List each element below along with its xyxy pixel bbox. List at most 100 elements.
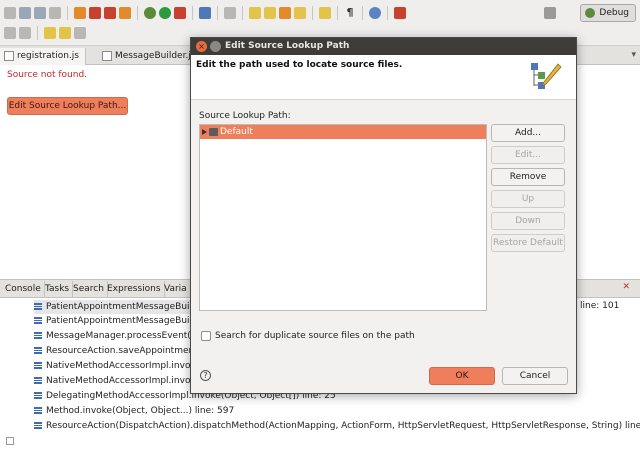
scroll-corner-icon bbox=[6, 437, 14, 445]
globe-icon[interactable] bbox=[369, 7, 381, 19]
remove-button[interactable]: Remove bbox=[491, 168, 565, 186]
source-lookup-path-label: Source Lookup Path: bbox=[199, 111, 291, 121]
toolbar-separator bbox=[312, 6, 313, 20]
bookmark-icon[interactable] bbox=[394, 7, 406, 19]
folder-icon[interactable] bbox=[294, 7, 306, 19]
edit-source-lookup-button[interactable]: Edit Source Lookup Path... bbox=[7, 97, 128, 115]
toolbar-separator bbox=[67, 6, 68, 20]
external-tools-icon[interactable] bbox=[174, 7, 186, 19]
stack-frame-icon bbox=[34, 332, 42, 339]
save-icon[interactable] bbox=[19, 7, 31, 19]
stack-frame[interactable]: MessageManager.processEvent(S bbox=[34, 329, 197, 343]
ok-button[interactable]: OK bbox=[429, 367, 495, 385]
source-not-found-text: Source not found. bbox=[7, 70, 88, 80]
tab-variables[interactable]: Varia bbox=[161, 281, 191, 298]
debug-perspective-label: Debug bbox=[599, 8, 629, 18]
last-edit-location-icon[interactable] bbox=[44, 27, 56, 39]
tab-label: registration.js bbox=[17, 51, 79, 61]
stack-frame[interactable]: Method.invoke(Object, Object...) line: 5… bbox=[34, 404, 234, 418]
save-all-icon[interactable] bbox=[34, 7, 46, 19]
pen-icon[interactable] bbox=[279, 7, 291, 19]
help-icon[interactable]: ? bbox=[200, 370, 211, 381]
search-duplicates-option[interactable]: Search for duplicate source files on the… bbox=[201, 331, 415, 342]
edit-button[interactable]: Edit... bbox=[491, 146, 565, 164]
toolbar-separator bbox=[337, 6, 338, 20]
search-duplicates-checkbox[interactable] bbox=[201, 331, 211, 341]
stack-frame[interactable]: NativeMethodAccessorImpl.invo bbox=[34, 359, 190, 373]
dialog-title: Edit Source Lookup Path bbox=[191, 38, 576, 55]
tab-expressions[interactable]: Expressions bbox=[104, 281, 165, 298]
up-button[interactable]: Up bbox=[491, 190, 565, 208]
down-button[interactable]: Down bbox=[491, 212, 565, 230]
debug-icon[interactable] bbox=[144, 7, 156, 19]
restore-default-button[interactable]: Restore Default bbox=[491, 234, 565, 252]
first-frame-line-number: line: 101 bbox=[580, 301, 620, 311]
toolbar-separator bbox=[37, 26, 38, 40]
stack-frame-icon bbox=[34, 392, 42, 399]
stack-frame-icon bbox=[34, 362, 42, 369]
expand-arrow-icon[interactable] bbox=[202, 129, 207, 135]
toolbar-row-1: ¶ bbox=[4, 3, 406, 23]
run-icon[interactable] bbox=[159, 7, 171, 19]
open-folder-icon[interactable] bbox=[249, 7, 261, 19]
path-entry-default[interactable]: Default bbox=[200, 125, 486, 139]
previous-annotation-icon[interactable] bbox=[19, 27, 31, 39]
dialog-header: Edit the path used to locate source file… bbox=[191, 55, 576, 100]
tab-tasks[interactable]: Tasks bbox=[42, 281, 74, 298]
debug-perspective-button[interactable]: Debug bbox=[580, 4, 636, 22]
tab-search[interactable]: Search bbox=[70, 281, 108, 298]
tab-registration-js[interactable]: registration.js bbox=[0, 48, 86, 65]
annotation-icon[interactable] bbox=[319, 7, 331, 19]
add-button[interactable]: Add... bbox=[491, 124, 565, 142]
back-icon[interactable] bbox=[59, 27, 71, 39]
path-entry-label: Default bbox=[220, 127, 253, 137]
toolbar-separator bbox=[242, 6, 243, 20]
close-icon[interactable]: × bbox=[196, 41, 207, 52]
file-icon bbox=[4, 51, 14, 61]
open-project-icon[interactable] bbox=[264, 7, 276, 19]
next-annotation-icon[interactable] bbox=[4, 27, 16, 39]
tab-console[interactable]: Console bbox=[2, 281, 45, 298]
stack-frame[interactable]: ResourceAction(DispatchAction).dispatchM… bbox=[34, 419, 640, 433]
source-lookup-path-list[interactable]: Default bbox=[199, 124, 487, 311]
stack-frame[interactable]: ResourceAction.saveAppointmen bbox=[34, 344, 194, 358]
forward-icon[interactable] bbox=[74, 27, 86, 39]
remove-breakpoints-icon[interactable] bbox=[89, 7, 101, 19]
terminate-icon[interactable] bbox=[104, 7, 116, 19]
minimize-icon[interactable] bbox=[210, 41, 221, 52]
stack-frame-icon bbox=[34, 317, 42, 324]
toolbar-row-2 bbox=[4, 23, 86, 43]
show-whitespace-icon[interactable]: ¶ bbox=[344, 7, 356, 19]
folder-icon bbox=[209, 128, 218, 136]
search-duplicates-label: Search for duplicate source files on the… bbox=[215, 331, 415, 341]
toolbar-separator bbox=[137, 6, 138, 20]
tab-label: MessageBuilder.ja bbox=[115, 51, 197, 61]
open-type-icon[interactable] bbox=[224, 7, 236, 19]
toolbar-separator bbox=[362, 6, 363, 20]
new-icon[interactable] bbox=[4, 7, 16, 19]
resume-icon[interactable] bbox=[119, 7, 131, 19]
source-lookup-icon bbox=[531, 63, 562, 89]
dialog-message: Edit the path used to locate source file… bbox=[196, 60, 403, 70]
edit-source-lookup-dialog: Edit Source Lookup Path × Edit the path … bbox=[190, 37, 577, 394]
print-icon[interactable] bbox=[49, 7, 61, 19]
toolbar-separator bbox=[192, 6, 193, 20]
toolbar-separator bbox=[217, 6, 218, 20]
stack-frame-icon bbox=[34, 422, 42, 429]
cancel-button[interactable]: Cancel bbox=[502, 367, 568, 385]
stack-frame-icon bbox=[34, 303, 42, 310]
file-icon bbox=[102, 51, 112, 61]
tab-message-builder[interactable]: MessageBuilder.ja bbox=[98, 48, 202, 65]
view-menu-icon[interactable]: ▾ bbox=[631, 50, 636, 60]
skip-breakpoints-icon[interactable] bbox=[74, 7, 86, 19]
stack-frame[interactable]: PatientAppointmentMessageBui bbox=[34, 300, 190, 314]
stack-frame-icon bbox=[34, 347, 42, 354]
stack-frame[interactable]: NativeMethodAccessorImpl.invo bbox=[34, 374, 190, 388]
toolbar-separator bbox=[387, 6, 388, 20]
stack-frame[interactable]: PatientAppointmentMessageBui bbox=[34, 314, 190, 328]
search-icon[interactable] bbox=[199, 7, 211, 19]
bug-icon bbox=[585, 8, 596, 18]
pin-icon[interactable]: ✕ bbox=[622, 282, 630, 292]
open-perspective-icon[interactable] bbox=[544, 7, 556, 19]
stack-frame-icon bbox=[34, 407, 42, 414]
